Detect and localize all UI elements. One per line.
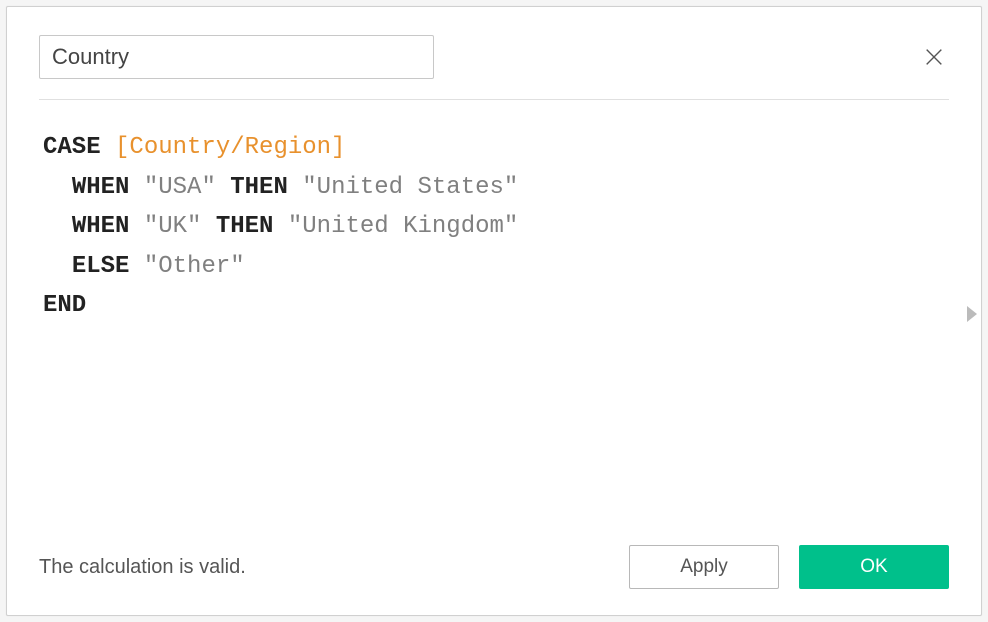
validation-status: The calculation is valid. xyxy=(39,556,246,579)
formula-editor-container: CASE [Country/Region] WHEN "USA" THEN "U… xyxy=(7,100,981,527)
calculated-field-dialog: CASE [Country/Region] WHEN "USA" THEN "U… xyxy=(6,6,982,616)
apply-button[interactable]: Apply xyxy=(629,545,779,589)
field-name-input[interactable] xyxy=(39,35,434,79)
dialog-header xyxy=(7,7,981,99)
close-icon[interactable] xyxy=(919,42,949,72)
dialog-footer: The calculation is valid. Apply OK xyxy=(7,527,981,615)
button-row: Apply OK xyxy=(629,545,949,589)
ok-button[interactable]: OK xyxy=(799,545,949,589)
expand-handle-icon[interactable] xyxy=(963,294,981,334)
formula-editor[interactable]: CASE [Country/Region] WHEN "USA" THEN "U… xyxy=(7,100,981,527)
